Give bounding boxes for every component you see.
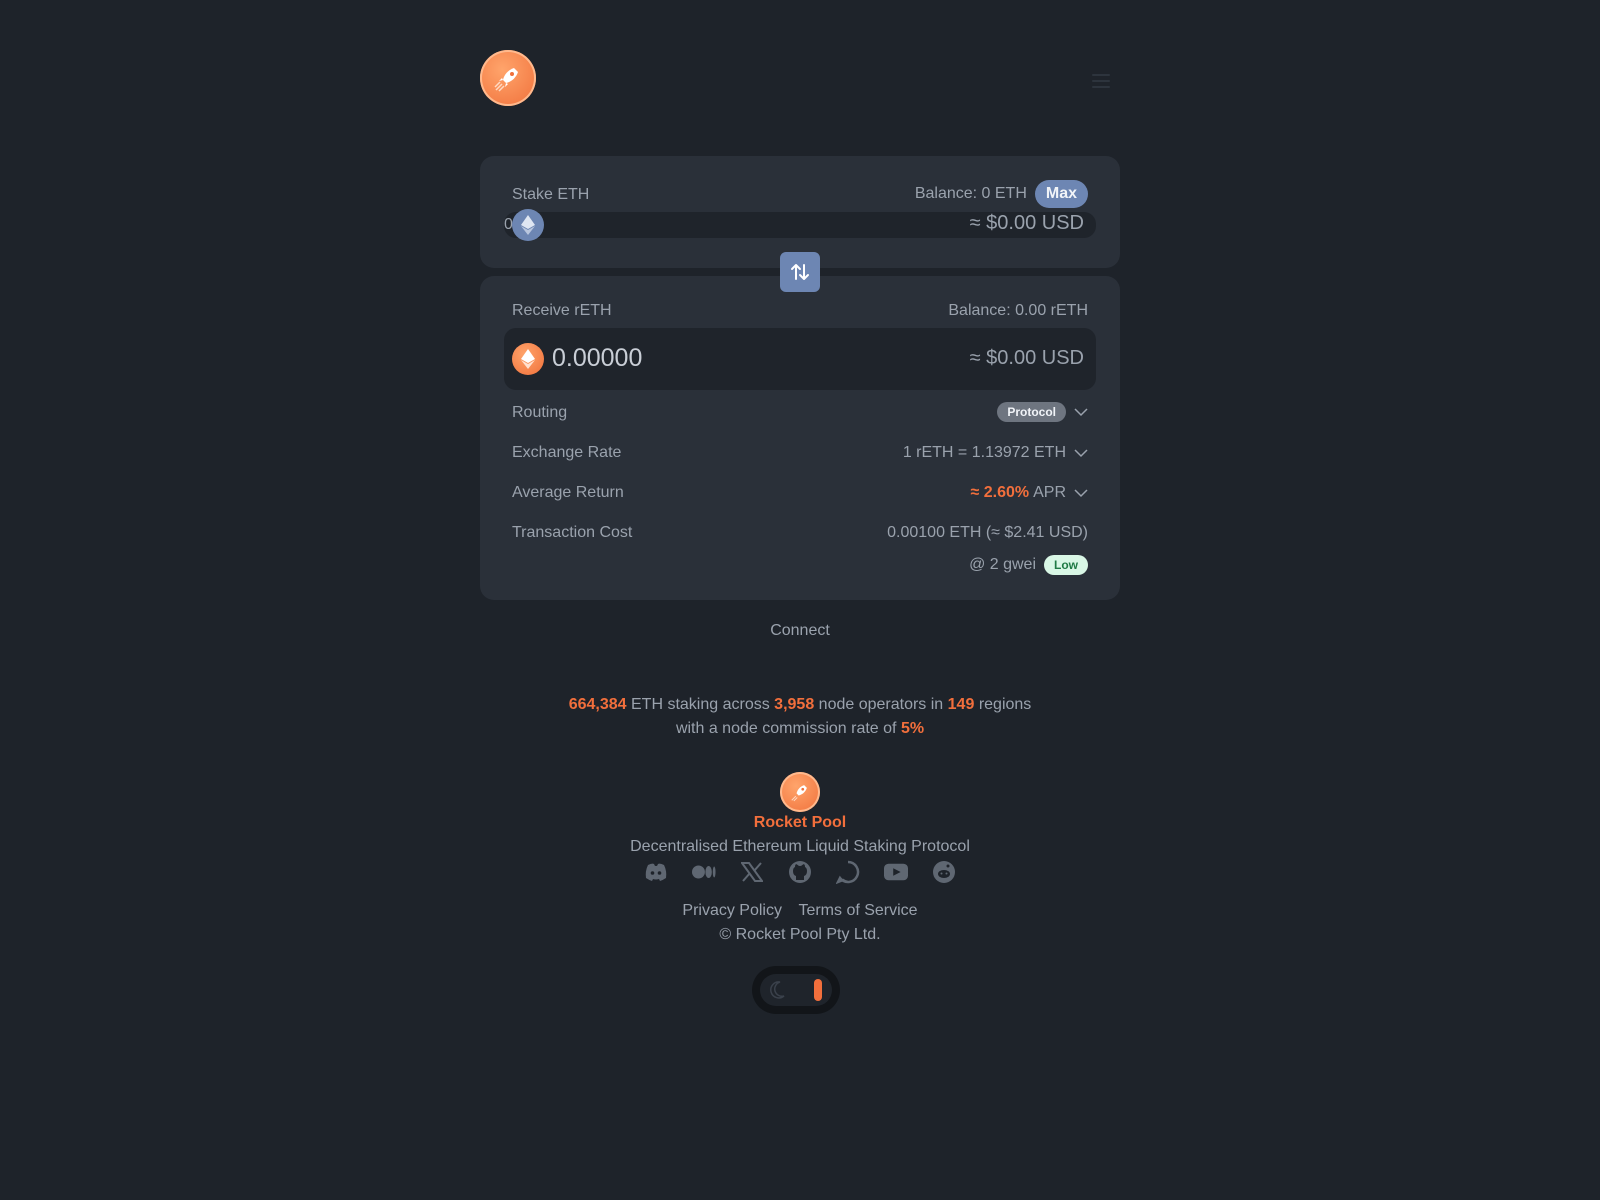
receive-card: Receive rETH Balance: 0.00 rETH 0.00000 … <box>480 276 1120 600</box>
exchange-rate-label: Exchange Rate <box>512 444 622 461</box>
chevron-down-icon <box>1074 489 1088 498</box>
exchange-rate-dropdown[interactable]: 1 rETH = 1.13972 ETH <box>903 444 1088 462</box>
chevron-down-icon <box>1074 449 1088 458</box>
forum-icon[interactable] <box>836 860 860 884</box>
toggle-knob[interactable] <box>814 979 822 1001</box>
exchange-rate-value: 1 rETH = 1.13972 ETH <box>902 444 1066 461</box>
reddit-icon[interactable] <box>932 860 956 884</box>
chevron-down-icon <box>1074 408 1088 417</box>
eth-staked-value: 664,384 <box>568 696 627 713</box>
average-return-dropdown[interactable]: ≈ 2.60% APR <box>971 484 1089 502</box>
theme-toggle[interactable] <box>752 966 840 1014</box>
social-links <box>480 860 1120 884</box>
footer-logo <box>780 772 820 812</box>
privacy-policy-link[interactable]: Privacy Policy <box>682 902 782 919</box>
receive-amount-field: 0.00000 ≈ $0.00 USD <box>504 328 1096 390</box>
footer-links: Privacy Policy Terms of Service <box>480 902 1120 920</box>
stats-text: ETH staking across <box>631 696 770 713</box>
average-return-unit: APR <box>1033 484 1066 501</box>
swap-icon <box>791 264 809 280</box>
tagline: Decentralised Ethereum Liquid Staking Pr… <box>630 838 970 855</box>
average-return-value: ≈ 2.60% <box>970 484 1030 501</box>
transaction-cost-value: 0.00100 ETH (≈ $2.41 USD) <box>887 524 1088 541</box>
routing-dropdown[interactable]: Protocol <box>997 402 1088 422</box>
brand-name: Rocket Pool <box>753 814 847 831</box>
stake-amount-input[interactable]: 0 ≈ $0.00 USD <box>504 209 1096 241</box>
max-button[interactable]: Max <box>1034 180 1088 208</box>
stats-text: node operators in <box>818 696 944 713</box>
receive-balance: Balance: 0.00 rETH <box>948 302 1088 319</box>
average-return-label: Average Return <box>512 484 624 501</box>
transaction-cost-label: Transaction Cost <box>512 524 633 541</box>
receive-label: Receive rETH <box>512 302 612 319</box>
rocket-icon <box>494 68 518 92</box>
regions-value: 149 <box>947 696 975 713</box>
node-operators-value: 3,958 <box>774 696 815 713</box>
connect-button[interactable]: Connect <box>480 622 1120 640</box>
app-root: Stake ETH Balance: 0 ETH Max 0 ≈ $0.00 U… <box>480 0 1120 1200</box>
receive-usd-value: ≈ $0.00 USD <box>969 347 1084 369</box>
menu-icon[interactable] <box>1092 74 1110 88</box>
gas-level-badge: Low <box>1044 555 1088 575</box>
protocol-stats: 664,384 ETH staking across 3,958 node op… <box>480 693 1120 741</box>
stats-text: regions <box>978 696 1032 713</box>
copyright: © Rocket Pool Pty Ltd. <box>719 926 881 943</box>
rocket-pool-logo[interactable] <box>480 50 536 106</box>
routing-badge: Protocol <box>997 402 1066 422</box>
reth-icon <box>512 343 544 375</box>
stake-usd-value: ≈ $0.00 USD <box>969 212 1084 234</box>
stats-text: with a node commission rate of <box>675 720 897 737</box>
x-icon[interactable] <box>740 860 764 884</box>
gas-price-value: @ 2 gwei <box>969 556 1036 573</box>
stake-balance: Balance: 0 ETH <box>914 185 1027 202</box>
receive-amount-value: 0.00000 <box>552 344 643 372</box>
discord-icon[interactable] <box>644 860 668 884</box>
commission-value: 5% <box>900 720 925 737</box>
rocket-icon <box>791 785 807 802</box>
eth-icon <box>512 209 544 241</box>
swap-button[interactable] <box>780 252 820 292</box>
terms-of-service-link[interactable]: Terms of Service <box>798 902 917 919</box>
youtube-icon[interactable] <box>884 860 908 884</box>
routing-label: Routing <box>512 404 568 421</box>
moon-icon <box>770 981 785 999</box>
stake-label: Stake ETH <box>512 186 590 203</box>
github-icon[interactable] <box>788 860 812 884</box>
medium-icon[interactable] <box>692 860 716 884</box>
